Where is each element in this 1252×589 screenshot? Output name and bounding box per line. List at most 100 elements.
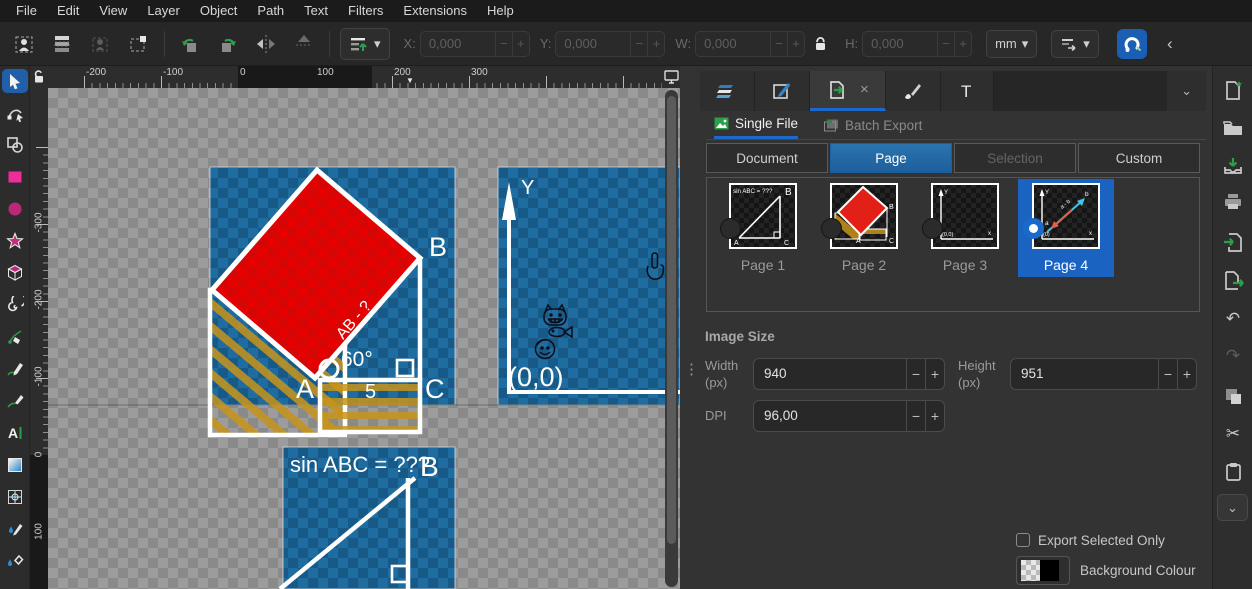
tab-export[interactable]: × (810, 71, 886, 111)
page-1-thumbnail[interactable]: sin ABC = ??? B A C (729, 183, 797, 249)
tab-text[interactable]: T (941, 71, 994, 111)
width-input[interactable]: 940 (754, 359, 906, 389)
commands-overflow-button[interactable]: ⌄ (1217, 494, 1248, 521)
paste-icon[interactable] (1221, 460, 1245, 484)
panel-resize-strip[interactable]: ⋮ (680, 66, 700, 589)
redo-icon[interactable]: ↷ (1221, 344, 1245, 368)
x-decrement-button[interactable]: − (495, 32, 512, 56)
open-document-icon[interactable] (1221, 116, 1245, 140)
menu-layer[interactable]: Layer (137, 0, 190, 22)
height-increment-button[interactable]: + (1177, 359, 1196, 389)
menu-edit[interactable]: Edit (47, 0, 89, 22)
page-3-cell[interactable]: Y (0,0) x Page 3 (917, 179, 1013, 277)
w-decrement-button[interactable]: − (770, 32, 787, 56)
page-4-cell[interactable]: Y a b a - b (0) x Page 4 (1018, 179, 1114, 277)
eraser-tool[interactable] (2, 549, 28, 573)
h-spinbox[interactable]: 0,000 − + (862, 31, 972, 57)
h-increment-button[interactable]: + (954, 32, 971, 56)
export-selected-checkbox[interactable] (1016, 533, 1030, 547)
page-2-radio[interactable] (821, 218, 842, 239)
pencil-tool[interactable] (2, 357, 28, 381)
width-spinbox[interactable]: 940 − + (753, 358, 945, 390)
height-input[interactable]: 951 (1011, 359, 1158, 389)
horizontal-ruler[interactable]: -200 -100 0 100 200 300 ▼ (48, 66, 662, 88)
collapse-toolbar-icon[interactable]: ‹ (1159, 34, 1181, 54)
page-4-radio[interactable] (1023, 218, 1044, 239)
gradient-tool[interactable] (2, 453, 28, 477)
deselect-button[interactable] (88, 31, 114, 57)
area-document-button[interactable]: Document (706, 143, 828, 173)
lock-ratio-icon[interactable] (807, 31, 833, 57)
close-icon[interactable]: × (860, 81, 869, 98)
width-increment-button[interactable]: + (925, 359, 944, 389)
area-page-button[interactable]: Page (830, 143, 952, 173)
page-1-cell[interactable]: sin ABC = ??? B A C Page 1 (715, 179, 811, 277)
area-selection-button[interactable]: Selection (954, 143, 1076, 173)
tab-single-file[interactable]: Single File (714, 111, 798, 139)
dialog-tab-overflow-chevron[interactable]: ⌄ (1167, 71, 1206, 111)
tab-fill-stroke[interactable] (755, 71, 810, 111)
page-2-cell[interactable]: B A C Page 2 (816, 179, 912, 277)
new-document-icon[interactable] (1221, 78, 1245, 102)
lock-guides-icon[interactable] (30, 66, 48, 88)
shape-builder-tool[interactable] (2, 133, 28, 157)
page-3-radio[interactable] (922, 218, 943, 239)
display-mode-icon[interactable] (662, 66, 680, 88)
save-document-icon[interactable] (1221, 154, 1245, 178)
w-input[interactable]: 0,000 (696, 32, 770, 56)
menu-text[interactable]: Text (294, 0, 338, 22)
select-all-layers-button[interactable] (50, 31, 76, 57)
pen-tool[interactable] (2, 325, 28, 349)
menu-view[interactable]: View (89, 0, 137, 22)
canvas-vertical-scrollbar[interactable] (665, 90, 678, 587)
background-colour-button[interactable] (1016, 556, 1070, 585)
h-decrement-button[interactable]: − (937, 32, 954, 56)
select-all-button[interactable] (12, 31, 38, 57)
vertical-ruler[interactable]: -300 -200 -100 0 100 (30, 88, 48, 589)
tab-batch-export[interactable]: Batch Export (824, 111, 922, 139)
w-increment-button[interactable]: + (787, 32, 804, 56)
cut-icon[interactable]: ✂ (1221, 422, 1245, 446)
selector-tool[interactable] (2, 69, 28, 93)
y-decrement-button[interactable]: − (630, 32, 647, 56)
import-icon[interactable] (1221, 230, 1245, 254)
mesh-gradient-tool[interactable] (2, 485, 28, 509)
dropper-tool[interactable] (2, 517, 28, 541)
node-tool[interactable] (2, 101, 28, 125)
menu-file[interactable]: File (6, 0, 47, 22)
height-spinbox[interactable]: 951 − + (1010, 358, 1197, 390)
page-3-thumbnail[interactable]: Y (0,0) x (931, 183, 999, 249)
dpi-decrement-button[interactable]: − (906, 401, 925, 431)
page-4-thumbnail[interactable]: Y a b a - b (0) x (1032, 183, 1100, 249)
area-custom-button[interactable]: Custom (1078, 143, 1200, 173)
menu-extensions[interactable]: Extensions (393, 0, 477, 22)
undo-icon[interactable]: ↶ (1221, 307, 1245, 331)
ellipse-tool[interactable] (2, 197, 28, 221)
flip-horizontal-button[interactable] (253, 31, 279, 57)
text-tool[interactable]: A (2, 421, 28, 445)
dpi-spinbox[interactable]: 96,00 − + (753, 400, 945, 432)
y-increment-button[interactable]: + (647, 32, 664, 56)
scrollbar-thumb[interactable] (667, 96, 676, 544)
rotate-ccw-button[interactable] (177, 31, 203, 57)
menu-help[interactable]: Help (477, 0, 524, 22)
drawing-canvas[interactable]: 60° B A C 5 AB - ? Y (0,0) (48, 88, 680, 589)
w-spinbox[interactable]: 0,000 − + (695, 31, 805, 57)
print-icon[interactable] (1221, 190, 1245, 214)
y-spinbox[interactable]: 0,000 − + (555, 31, 665, 57)
menu-path[interactable]: Path (247, 0, 294, 22)
tab-layers[interactable] (700, 71, 755, 111)
dpi-increment-button[interactable]: + (925, 401, 944, 431)
h-input[interactable]: 0,000 (863, 32, 937, 56)
rectangle-tool[interactable] (2, 165, 28, 189)
resize-grip-icon[interactable]: ⋮ (684, 366, 699, 373)
export-icon[interactable] (1221, 268, 1245, 292)
copy-icon[interactable] (1221, 384, 1245, 408)
tab-paintbrush[interactable] (886, 71, 941, 111)
star-tool[interactable] (2, 229, 28, 253)
x-input[interactable]: 0,000 (421, 32, 495, 56)
menu-filters[interactable]: Filters (338, 0, 393, 22)
x-spinbox[interactable]: 0,000 − + (420, 31, 530, 57)
spiral-tool[interactable] (2, 293, 28, 317)
flip-vertical-button[interactable] (291, 31, 317, 57)
